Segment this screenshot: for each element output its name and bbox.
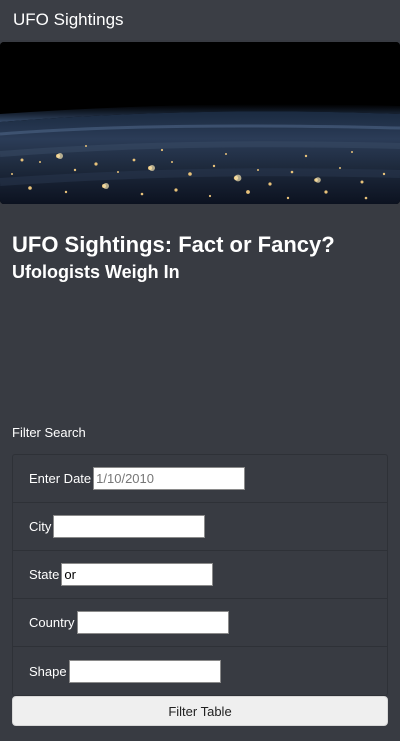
state-label: State (29, 567, 60, 582)
filter-item-state: State (13, 551, 387, 599)
country-input[interactable] (76, 611, 229, 634)
navbar: UFO Sightings (0, 0, 400, 40)
filter-list: Enter Date City State Country Shape (12, 454, 388, 696)
filter-item-shape: Shape (13, 647, 387, 695)
shape-label: Shape (29, 663, 67, 679)
filter-item-date: Enter Date (13, 455, 387, 503)
shape-input[interactable] (68, 659, 221, 683)
filter-item-city: City (13, 503, 387, 551)
filter-heading: Filter Search (12, 425, 86, 440)
title-block: UFO Sightings: Fact or Fancy? Ufologists… (12, 230, 388, 284)
city-input[interactable] (53, 515, 206, 538)
hero-image (0, 42, 400, 204)
date-input[interactable] (93, 467, 246, 490)
country-label: Country (29, 615, 75, 630)
page-subtitle: Ufologists Weigh In (12, 262, 180, 282)
city-label: City (29, 519, 52, 534)
filter-table-button[interactable]: Filter Table (12, 696, 388, 726)
navbar-brand[interactable]: UFO Sightings (13, 10, 124, 30)
state-input[interactable] (61, 563, 214, 586)
filter-item-country: Country (13, 599, 387, 647)
page-title: UFO Sightings: Fact or Fancy? (12, 232, 335, 257)
date-label: Enter Date (29, 471, 92, 486)
